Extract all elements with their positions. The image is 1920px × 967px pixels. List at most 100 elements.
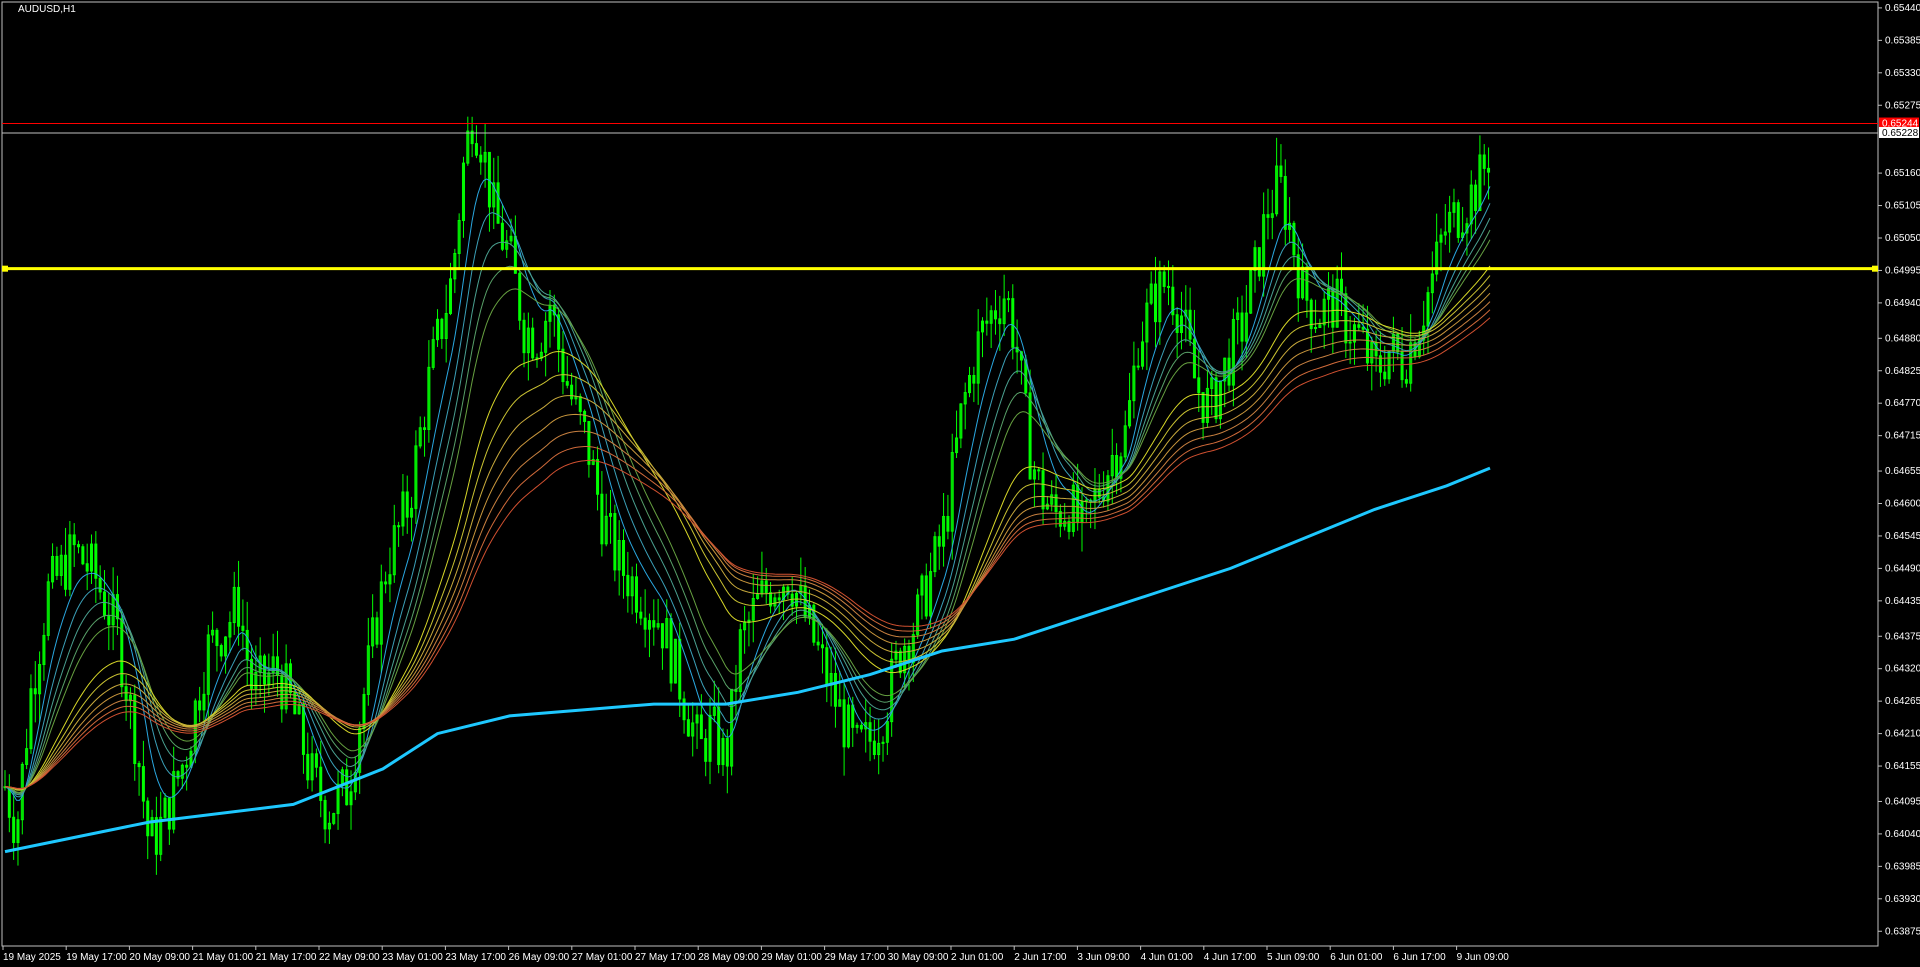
candle-body (639, 611, 643, 619)
chart-window[interactable]: AUDUSD,H1 0.65440 0.65385 0.65330 0.65275 0.… (0, 0, 1920, 967)
candle-body (1028, 392, 1032, 480)
candle-body (686, 719, 690, 737)
candle-body (1115, 455, 1119, 479)
candle-body (859, 724, 863, 730)
candle-body (1279, 165, 1283, 177)
candle-body (1456, 202, 1460, 238)
candle-body (176, 771, 180, 779)
candle-body (518, 272, 522, 321)
time-tick-label: 28 May 09:00 (698, 952, 759, 963)
time-tick-label: 2 Jun 01:00 (951, 952, 1004, 963)
candle-body (924, 575, 928, 617)
time-tick-label: 20 May 09:00 (129, 952, 190, 963)
candle-body (643, 617, 647, 630)
price-tick-label: 0.64600 (1885, 499, 1920, 510)
candle-body (596, 459, 600, 495)
price-tick-label: 0.65050 (1885, 233, 1920, 244)
candle-body (12, 816, 16, 844)
candle-body (820, 644, 824, 649)
candle-body (245, 629, 249, 660)
candle-body (72, 534, 76, 546)
candle-body (384, 581, 388, 585)
time-tick-label: 27 May 01:00 (572, 952, 633, 963)
candle-body (682, 698, 686, 721)
price-tick-label: 0.64265 (1885, 696, 1920, 707)
price-tick-label: 0.64880 (1885, 333, 1920, 344)
candle-body (946, 515, 950, 532)
candle-body (985, 320, 989, 324)
candle-body (613, 513, 617, 571)
candle-body (1136, 365, 1140, 368)
candle-body (185, 764, 189, 768)
candle-body (725, 737, 729, 767)
candle-body (115, 594, 119, 620)
time-tick-label: 4 Jun 01:00 (1141, 952, 1194, 963)
time-tick-label: 5 Jun 09:00 (1267, 952, 1320, 963)
candle-body (1006, 298, 1010, 301)
candle-body (1400, 351, 1404, 381)
candle-body (405, 491, 409, 518)
price-tick-label: 0.64715 (1885, 431, 1920, 442)
candle-body (280, 674, 284, 710)
candle-body (1348, 341, 1352, 344)
candle-body (1266, 214, 1270, 218)
candle-body (1076, 484, 1080, 524)
time-tick-label: 6 Jun 01:00 (1330, 952, 1383, 963)
candle-body (872, 740, 876, 756)
ema-slow-line (4, 292, 1491, 790)
candle-body (301, 704, 305, 755)
candle-body (314, 753, 318, 768)
candle-body (1487, 167, 1491, 173)
candle-body (678, 638, 682, 700)
candle-body (33, 688, 37, 695)
candle-body (133, 694, 137, 765)
candle-body (198, 700, 202, 711)
ema-fast-line (4, 203, 1491, 798)
candle-body (124, 686, 128, 702)
candle-body (622, 540, 626, 576)
ema-slow-line (4, 265, 1491, 791)
price-tick-label: 0.63930 (1885, 894, 1920, 905)
candle-body (1166, 285, 1170, 288)
time-tick-label: 23 May 01:00 (382, 952, 443, 963)
price-chart[interactable]: 0.65440 0.65385 0.65330 0.65275 0.65160 0.651… (0, 0, 1920, 967)
candle-body (375, 617, 379, 645)
candle-body (993, 310, 997, 320)
candle-body (306, 753, 310, 781)
candle-body (660, 623, 664, 649)
time-tick-label: 19 May 17:00 (66, 952, 127, 963)
candle-body (626, 574, 630, 597)
price-tick-label: 0.64545 (1885, 531, 1920, 542)
candle-body (94, 543, 98, 579)
candle-body (397, 525, 401, 528)
candle-body (717, 706, 721, 766)
candle-body (167, 797, 171, 830)
price-tick-label: 0.64040 (1885, 829, 1920, 840)
candle-body (1383, 371, 1387, 380)
candle-body (1361, 326, 1365, 330)
time-tick-label: 22 May 09:00 (319, 952, 380, 963)
candle-body (98, 577, 102, 593)
time-tick-label: 21 May 01:00 (193, 952, 254, 963)
candle-body (669, 618, 673, 684)
time-tick-label: 4 Jun 17:00 (1204, 952, 1257, 963)
candle-body (565, 381, 569, 386)
support-level-handle-left (2, 265, 8, 272)
candle-body (803, 585, 807, 618)
price-tick-label: 0.64655 (1885, 466, 1920, 477)
candle-body (634, 576, 638, 613)
candle-body (107, 615, 111, 626)
candle-body (1041, 470, 1045, 510)
candle-body (146, 800, 150, 837)
candle-body (851, 704, 855, 728)
candle-body (868, 722, 872, 742)
candle-body (842, 699, 846, 748)
candle-body (1296, 254, 1300, 299)
candle-body (479, 154, 483, 163)
candle-body (1037, 469, 1041, 472)
candle-body (1474, 184, 1478, 212)
price-tick-label: 0.64095 (1885, 796, 1920, 807)
candle-body (1214, 377, 1218, 420)
price-tick-label: 0.64940 (1885, 298, 1920, 309)
price-tick-label: 0.64490 (1885, 563, 1920, 574)
